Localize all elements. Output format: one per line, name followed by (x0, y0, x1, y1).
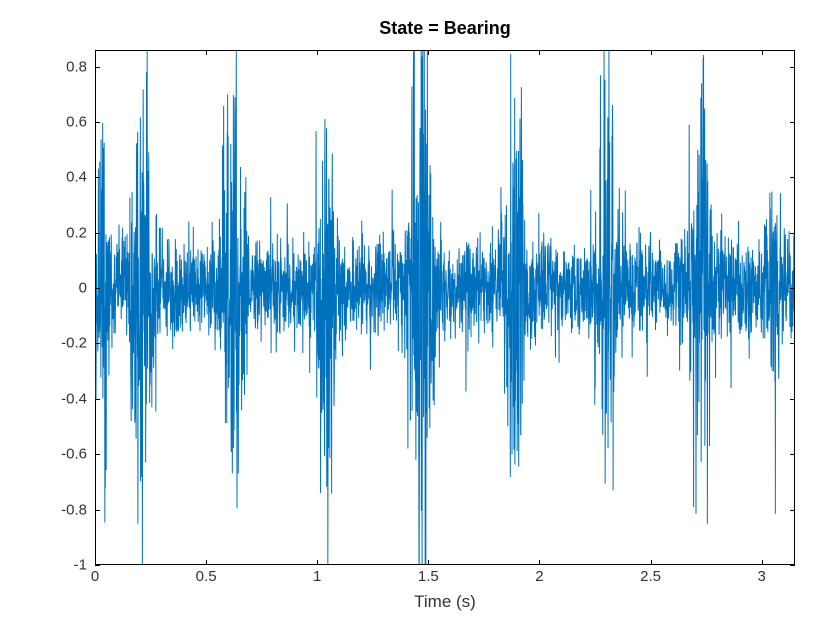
x-tick (428, 50, 429, 55)
x-tick (95, 50, 96, 55)
y-tick (790, 510, 795, 511)
y-tick-label: -0.8 (47, 501, 87, 518)
x-tick (428, 560, 429, 565)
x-tick (651, 560, 652, 565)
y-tick-label: -1 (47, 557, 87, 574)
chart-axes (95, 50, 795, 565)
y-tick (790, 122, 795, 123)
x-tick-label: 2 (535, 568, 543, 585)
y-tick-label: 0.2 (47, 224, 87, 241)
y-tick (95, 565, 100, 566)
y-tick (790, 454, 795, 455)
y-tick-label: 0.4 (47, 169, 87, 186)
x-tick (539, 50, 540, 55)
y-tick-label: -0.6 (47, 446, 87, 463)
y-tick (95, 122, 100, 123)
x-tick-label: 1 (313, 568, 321, 585)
x-tick (95, 560, 96, 565)
x-tick-label: 0.5 (196, 568, 217, 585)
x-axis-label: Time (s) (95, 592, 795, 612)
y-tick (790, 343, 795, 344)
y-tick-label: 0 (47, 280, 87, 297)
x-tick (317, 50, 318, 55)
x-tick-label: 0 (91, 568, 99, 585)
x-tick (206, 50, 207, 55)
signal-series (96, 51, 794, 564)
y-tick (95, 67, 100, 68)
signal-plot (96, 51, 794, 564)
y-tick-label: -0.4 (47, 390, 87, 407)
x-tick (539, 560, 540, 565)
y-tick-label: 0.8 (47, 58, 87, 75)
y-tick (790, 67, 795, 68)
y-tick-label: 0.6 (47, 113, 87, 130)
x-tick-label: 2.5 (640, 568, 661, 585)
y-tick-label: -0.2 (47, 335, 87, 352)
y-tick (790, 177, 795, 178)
y-tick (790, 399, 795, 400)
y-tick (790, 288, 795, 289)
x-tick (762, 560, 763, 565)
x-tick (651, 50, 652, 55)
x-tick (317, 560, 318, 565)
y-tick (790, 565, 795, 566)
x-tick-label: 3 (757, 568, 765, 585)
y-tick (95, 233, 100, 234)
chart-title: State = Bearing (95, 18, 795, 39)
y-tick (790, 233, 795, 234)
y-tick (95, 177, 100, 178)
y-tick (95, 510, 100, 511)
y-tick (95, 288, 100, 289)
y-tick (95, 343, 100, 344)
y-tick (95, 399, 100, 400)
x-tick (206, 560, 207, 565)
figure: State = Bearing Time (s) -1 -0.8 -0.6 -0.4 -… (0, 0, 840, 630)
y-tick (95, 454, 100, 455)
x-tick-label: 1.5 (418, 568, 439, 585)
x-tick (762, 50, 763, 55)
